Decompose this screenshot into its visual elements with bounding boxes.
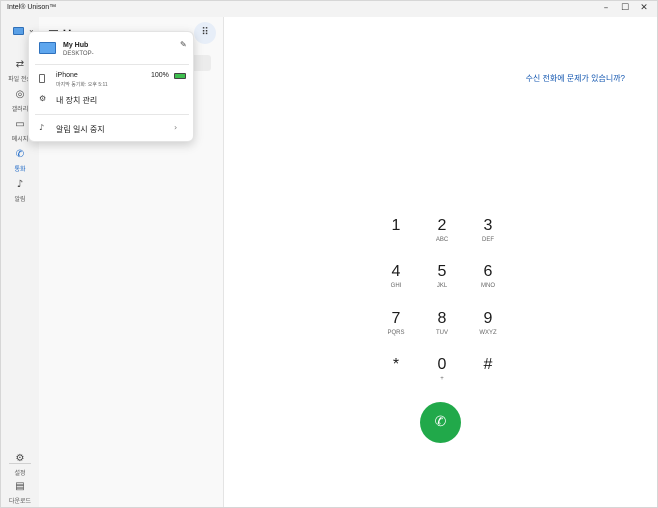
manage-devices-label: 내 장치 관리 (56, 96, 98, 105)
last-sync-text: 마지막 동기화: 오후 5:11 (56, 82, 108, 88)
pause-notifications-label: 알림 일시 중지 (56, 125, 105, 134)
rail-item-calls[interactable]: ✆ 통화 (1, 149, 39, 179)
dial-key-6[interactable]: 6 MNO (465, 263, 511, 301)
rail-item-label: 설정 (14, 471, 26, 477)
rail-item-downloads[interactable]: ▤ 다운로드 (1, 481, 39, 508)
dial-key-5[interactable]: 5 JKL (419, 263, 465, 301)
message-icon: ▭ (15, 119, 25, 130)
dial-key-star[interactable]: * (373, 356, 419, 394)
battery-icon (174, 73, 186, 79)
hub-row: My Hub DESKTOP- ✎ (29, 32, 193, 62)
dial-key-7[interactable]: 7 PQRS (373, 310, 419, 348)
device-flyout: My Hub DESKTOP- ✎ iPhone 마지막 동기화: 오후 5:1… (28, 31, 194, 142)
phone-name: iPhone (56, 72, 78, 79)
monitor-icon (39, 42, 56, 54)
dial-key-9[interactable]: 9 WXYZ (465, 310, 511, 348)
flyout-divider (35, 64, 189, 65)
dial-key-8[interactable]: 8 TUV (419, 310, 465, 348)
dial-key-letters: JKL (436, 283, 448, 289)
app-title: Intel® Unison™ (7, 4, 57, 11)
dial-key-2[interactable]: 2 ABC (419, 217, 465, 255)
title-bar: Intel® Unison™ – ☐ ✕ (1, 1, 657, 17)
gallery-icon: ◎ (15, 89, 25, 100)
call-button[interactable]: ✆ (420, 402, 461, 443)
phone-row: iPhone 마지막 동기화: 오후 5:11 100% (29, 70, 193, 90)
dial-key-digit: 3 (483, 217, 493, 234)
dial-key-digit: 8 (437, 310, 447, 327)
pause-notifications-item[interactable]: ♪ 알림 일시 중지 › (29, 121, 193, 137)
dial-key-digit: 5 (437, 263, 447, 280)
maximize-icon[interactable]: ☐ (616, 1, 634, 17)
dial-key-letters: TUV (436, 330, 448, 336)
dial-key-3[interactable]: 3 DEF (465, 217, 511, 255)
dialpad-icon: ⠿ (201, 27, 209, 38)
manage-devices-item[interactable]: ⚙ 내 장치 관리 (29, 92, 193, 108)
bell-icon: ♪ (39, 123, 45, 132)
dial-key-letters: ABC (435, 237, 449, 243)
smartphone-icon (39, 74, 45, 83)
bell-icon: ♪ (16, 179, 24, 190)
dial-key-digit: 1 (391, 217, 401, 234)
incoming-call-help-link[interactable]: 수신 전화에 문제가 있습니까? (526, 73, 625, 84)
hub-host: DESKTOP- (63, 51, 94, 57)
dial-key-letters: PQRS (387, 330, 405, 336)
battery-percent: 100% (151, 72, 169, 79)
dial-key-digit: 4 (391, 263, 401, 280)
dial-key-digit: * (392, 356, 400, 373)
dial-key-letters: DEF (482, 237, 494, 243)
pencil-icon[interactable]: ✎ (180, 40, 187, 49)
dial-key-0[interactable]: 0 + (419, 356, 465, 394)
minimize-icon[interactable]: – (597, 1, 615, 17)
dial-key-digit: 6 (483, 263, 493, 280)
dial-key-digit: # (483, 356, 493, 373)
dial-key-hash[interactable]: # (465, 356, 511, 394)
hub-name: My Hub (63, 42, 89, 49)
phone-icon: ✆ (434, 414, 447, 430)
flyout-divider (35, 114, 189, 115)
rail-item-label: 다운로드 (8, 499, 32, 505)
rail-item-label: 알림 (14, 197, 26, 203)
phone-icon: ✆ (15, 149, 25, 160)
dial-key-1[interactable]: 1 (373, 217, 419, 255)
dial-key-letters: GHI (390, 283, 402, 289)
folder-icon: ▤ (15, 481, 25, 492)
rail-item-label: 통화 (14, 167, 26, 173)
app-window: Intel® Unison™ – ☐ ✕ ⇄ 파일 전송 ◎ 갤러리 ▭ 메시지… (0, 0, 658, 508)
dial-key-digit: 7 (391, 310, 401, 327)
gear-icon: ⚙ (39, 94, 47, 103)
dial-key-letters: + (440, 376, 444, 382)
gear-icon: ⚙ (15, 453, 25, 464)
rail-item-settings[interactable]: ⚙ 설정 (1, 453, 39, 483)
dial-key-letters: MNO (481, 283, 495, 289)
monitor-icon (13, 27, 24, 35)
rail-item-notifications[interactable]: ♪ 알림 (1, 179, 39, 209)
close-icon[interactable]: ✕ (635, 1, 653, 17)
dial-key-digit: 2 (437, 217, 447, 234)
transfer-icon: ⇄ (15, 59, 25, 70)
dial-key-4[interactable]: 4 GHI (373, 263, 419, 301)
dialpad-toggle-button[interactable]: ⠿ (194, 22, 216, 44)
dialer-pane: 수신 전화에 문제가 있습니까? 1 2 ABC 3 DEF 4 GHI 5 J… (225, 17, 657, 507)
dial-key-digit: 0 (437, 356, 447, 373)
chevron-right-icon: › (174, 123, 178, 132)
dial-key-digit: 9 (483, 310, 493, 327)
dial-key-letters: WXYZ (479, 330, 497, 336)
